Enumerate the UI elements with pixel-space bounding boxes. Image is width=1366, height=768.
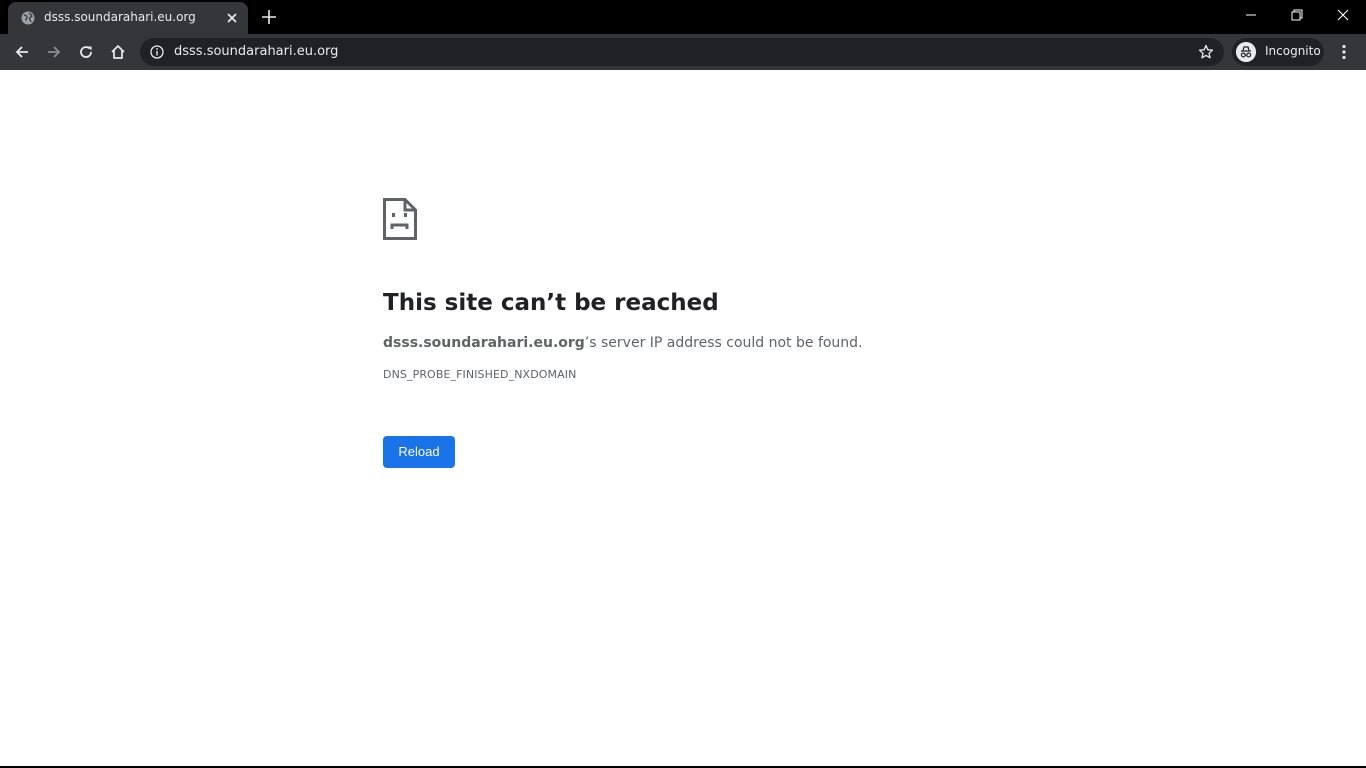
error-description: dsss.soundarahari.eu.org’s server IP add… xyxy=(383,335,1083,351)
error-page: This site can’t be reached dsss.soundara… xyxy=(383,198,1083,468)
error-code: DNS_PROBE_FINISHED_NXDOMAIN xyxy=(383,368,577,381)
window-close-button[interactable] xyxy=(1320,0,1366,30)
home-button[interactable] xyxy=(104,38,132,66)
window-close-icon xyxy=(1337,9,1349,21)
browser-toolbar: dsss.soundarahari.eu.org Incognito xyxy=(0,34,1366,70)
home-icon xyxy=(111,45,125,59)
error-message: ’s server IP address could not be found. xyxy=(584,335,863,351)
plus-icon[interactable] xyxy=(260,8,278,26)
browser-menu-button[interactable] xyxy=(1334,40,1354,64)
tab-title: dsss.soundarahari.eu.org xyxy=(44,10,196,24)
reload-icon xyxy=(80,46,92,58)
title-bar: dsss.soundarahari.eu.org xyxy=(0,0,1366,34)
incognito-label: Incognito xyxy=(1265,44,1321,58)
incognito-profile-button[interactable]: Incognito xyxy=(1232,38,1324,66)
arrow-right-icon xyxy=(48,46,61,58)
info-icon[interactable] xyxy=(150,45,164,59)
sad-page-icon xyxy=(383,198,417,240)
address-bar[interactable]: dsss.soundarahari.eu.org xyxy=(140,38,1224,66)
forward-button[interactable] xyxy=(40,38,68,66)
arrow-left-icon xyxy=(15,46,28,58)
restore-icon xyxy=(1291,9,1303,21)
address-url[interactable]: dsss.soundarahari.eu.org xyxy=(174,44,338,59)
back-button[interactable] xyxy=(8,38,36,66)
error-title: This site can’t be reached xyxy=(383,290,719,316)
close-icon[interactable] xyxy=(224,10,240,26)
kebab-menu-icon xyxy=(1342,44,1346,60)
incognito-icon xyxy=(1236,42,1256,62)
tab-active[interactable]: dsss.soundarahari.eu.org xyxy=(8,2,248,34)
minimize-icon xyxy=(1246,14,1256,16)
globe-icon xyxy=(21,11,35,25)
error-host: dsss.soundarahari.eu.org xyxy=(383,335,585,351)
minimize-button[interactable] xyxy=(1228,0,1274,30)
restore-button[interactable] xyxy=(1274,0,1320,30)
reload-page-button[interactable]: Reload xyxy=(383,436,455,468)
reload-button[interactable] xyxy=(72,38,100,66)
star-icon[interactable] xyxy=(1198,44,1214,60)
